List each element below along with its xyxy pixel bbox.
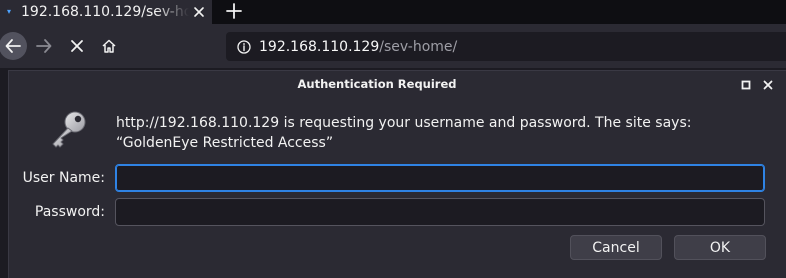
new-tab-plus-icon[interactable] [222, 0, 246, 22]
site-info-icon[interactable] [237, 39, 251, 54]
back-arrow-icon[interactable] [0, 32, 27, 60]
maximize-icon[interactable] [739, 78, 753, 92]
tab-title: 192.168.110.129/sev-home/ [21, 4, 189, 20]
dialog-titlebar[interactable]: Authentication Required [9, 71, 786, 99]
url-path: /sev-home/ [379, 38, 458, 55]
stop-icon[interactable] [64, 33, 90, 59]
home-icon[interactable] [96, 33, 122, 59]
password-label: Password: [34, 204, 105, 220]
dialog-close-icon[interactable] [761, 78, 775, 92]
dialog-title: Authentication Required [297, 77, 457, 91]
username-label: User Name: [22, 170, 105, 186]
username-field[interactable] [115, 164, 765, 192]
loading-indicator-icon: ▾ [6, 7, 11, 16]
ok-button[interactable]: OK [674, 235, 766, 260]
browser-tab-active[interactable]: ▾ 192.168.110.129/sev-home/ [0, 0, 212, 24]
password-field[interactable] [115, 198, 765, 226]
url-host: 192.168.110.129 [259, 38, 380, 55]
authentication-dialog: Authentication Required http://192.168.1… [8, 70, 786, 278]
tab-close-icon[interactable] [190, 3, 208, 21]
forward-arrow-icon[interactable] [31, 33, 57, 59]
url-bar[interactable]: 192.168.110.129/sev-home/ [226, 32, 786, 61]
auth-message: http://192.168.110.129 is requesting you… [116, 115, 692, 151]
cancel-button[interactable]: Cancel [570, 235, 662, 260]
key-icon [47, 109, 89, 151]
tab-strip: ▾ 192.168.110.129/sev-home/ [0, 0, 786, 24]
url-text: 192.168.110.129/sev-home/ [259, 39, 457, 55]
